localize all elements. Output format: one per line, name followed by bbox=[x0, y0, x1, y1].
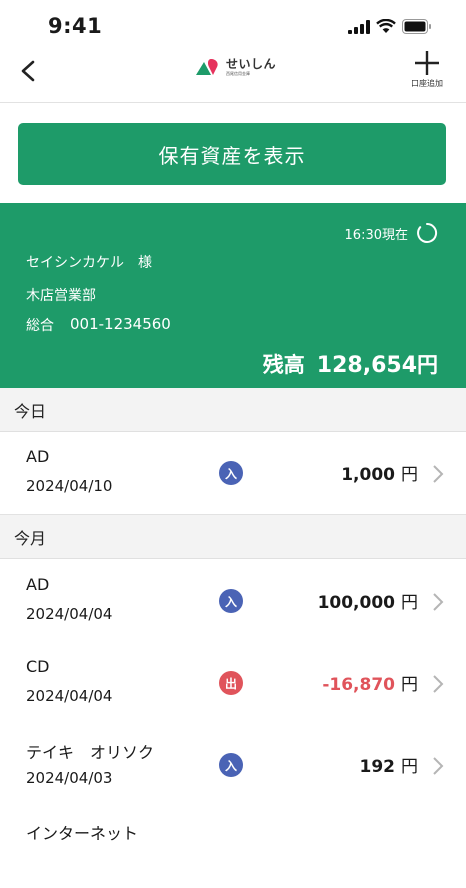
transaction-amount: -16,870 bbox=[322, 675, 395, 695]
transaction-date: 2024/04/03 bbox=[26, 769, 113, 787]
account-number: 001-1234560 bbox=[70, 315, 171, 333]
as-of-label: 16:30現在 bbox=[344, 227, 408, 243]
transaction-amount-group: 192 円 bbox=[360, 752, 419, 777]
logo-mark-icon bbox=[196, 59, 218, 75]
deposit-badge: 入 bbox=[219, 753, 243, 777]
transaction-row[interactable]: AD 2024/04/10 入 1,000 円 bbox=[0, 432, 466, 515]
balance-amount: 128,654 bbox=[316, 353, 417, 378]
add-account-button[interactable]: 口座追加 bbox=[402, 48, 452, 96]
transaction-amount-group: -16,870 円 bbox=[322, 670, 418, 695]
deposit-badge: 入 bbox=[219, 589, 243, 613]
deposit-badge: 入 bbox=[219, 461, 243, 485]
chevron-right-icon bbox=[433, 757, 444, 775]
transaction-row[interactable]: テイキ オリソク 2024/04/03 入 192 円 bbox=[0, 724, 466, 807]
back-button[interactable] bbox=[14, 54, 44, 88]
transaction-name: テイキ オリソク bbox=[26, 743, 155, 762]
plus-icon bbox=[415, 51, 439, 75]
refresh-icon[interactable] bbox=[416, 222, 438, 244]
status-bar: 9:41 bbox=[0, 0, 466, 46]
account-branch: 木店営業部 bbox=[26, 288, 96, 304]
account-holder: セイシンカケル 様 bbox=[26, 255, 152, 271]
transaction-row[interactable]: CD 2024/04/04 出 -16,870 円 bbox=[0, 642, 466, 725]
chevron-left-icon bbox=[21, 60, 35, 82]
chevron-right-icon bbox=[433, 593, 444, 611]
transaction-unit: 円 bbox=[401, 465, 418, 485]
transaction-name: AD bbox=[26, 447, 50, 466]
as-of-time: 16:30現在 bbox=[345, 222, 438, 244]
cellular-signal-icon bbox=[348, 19, 370, 34]
transaction-row[interactable]: インターネット bbox=[0, 806, 466, 888]
transaction-unit: 円 bbox=[401, 675, 418, 695]
balance: 残高 128,654 円 bbox=[263, 349, 438, 379]
show-assets-button[interactable]: 保有資産を表示 bbox=[18, 123, 446, 185]
transaction-name: CD bbox=[26, 657, 50, 676]
transaction-unit: 円 bbox=[401, 757, 418, 777]
chevron-right-icon bbox=[433, 675, 444, 693]
transaction-amount: 1,000 bbox=[341, 465, 395, 485]
battery-icon bbox=[402, 19, 431, 34]
transaction-amount-group: 100,000 円 bbox=[318, 588, 418, 613]
status-icons bbox=[348, 19, 432, 34]
account-type: 総合 bbox=[26, 318, 54, 334]
nav-bar: せいしん 西尾信用金庫 口座追加 bbox=[0, 46, 466, 103]
withdrawal-badge: 出 bbox=[219, 671, 243, 695]
transaction-amount-group: 1,000 円 bbox=[341, 460, 418, 485]
status-time: 9:41 bbox=[48, 14, 103, 38]
transaction-amount: 100,000 bbox=[317, 593, 395, 613]
add-account-label: 口座追加 bbox=[411, 79, 443, 88]
transaction-name: インターネット bbox=[26, 824, 139, 843]
section-header-this-month: 今月 bbox=[0, 515, 466, 559]
transaction-amount: 192 bbox=[359, 757, 396, 777]
logo-subtext: 西尾信用金庫 bbox=[226, 71, 250, 76]
logo-text: せいしん bbox=[226, 57, 277, 71]
section-header-today: 今日 bbox=[0, 388, 466, 432]
chevron-right-icon bbox=[433, 465, 444, 483]
transaction-name: AD bbox=[26, 575, 50, 594]
transaction-date: 2024/04/10 bbox=[26, 477, 113, 495]
wifi-icon bbox=[376, 19, 396, 33]
account-card: 16:30現在 セイシンカケル 様 木店営業部 総合 001-1234560 残… bbox=[0, 203, 466, 388]
logo: せいしん 西尾信用金庫 bbox=[194, 57, 276, 77]
balance-label: 残高 bbox=[262, 353, 305, 377]
balance-unit: 円 bbox=[417, 353, 438, 377]
transaction-date: 2024/04/04 bbox=[26, 605, 113, 623]
transaction-unit: 円 bbox=[401, 593, 418, 613]
transaction-date: 2024/04/04 bbox=[26, 687, 113, 705]
transaction-row[interactable]: AD 2024/04/04 入 100,000 円 bbox=[0, 560, 466, 643]
account-number-row: 総合 001-1234560 bbox=[26, 315, 171, 335]
